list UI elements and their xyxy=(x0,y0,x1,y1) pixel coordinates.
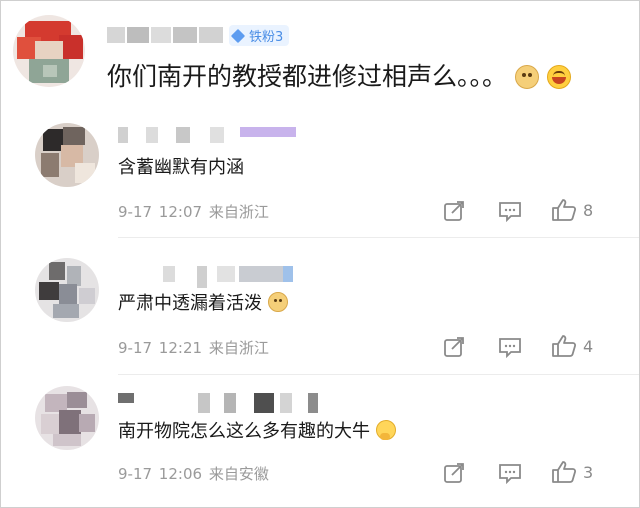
comment-1-avatar[interactable] xyxy=(35,123,99,187)
post-avatar[interactable] xyxy=(13,15,85,87)
comment-2-avatar[interactable] xyxy=(35,258,99,322)
comment-1-location: 来自浙江 xyxy=(208,203,269,221)
comment-1-time: 9-17 12:07 xyxy=(118,203,203,221)
comment-3-text: 南开物院怎么这么多有趣的大牛 xyxy=(118,419,396,445)
fan-badge[interactable]: 铁粉3 xyxy=(229,25,290,46)
doge-emoji xyxy=(267,292,288,312)
comment-2-like-button[interactable]: 4 xyxy=(551,334,593,358)
comment-2-location: 来自浙江 xyxy=(208,339,269,357)
thumbs-up-icon xyxy=(552,461,577,483)
comment-1-text: 含蓄幽默有内涵 xyxy=(118,155,244,181)
comment-icon xyxy=(499,202,521,222)
comment-3-share-button[interactable] xyxy=(443,462,465,484)
comment-2-text-content: 严肃中透漏着活泼 xyxy=(118,293,262,314)
share-icon xyxy=(444,337,464,357)
comment-1-share-button[interactable] xyxy=(443,200,465,222)
comment-2-like-count: 4 xyxy=(583,336,594,356)
comment-2-reply-button[interactable] xyxy=(498,336,522,358)
comment-3-avatar[interactable] xyxy=(35,386,99,450)
share-icon xyxy=(444,463,464,483)
comment-icon xyxy=(499,464,521,484)
doge-emoji xyxy=(514,65,539,89)
comment-1-like-button[interactable]: 8 xyxy=(551,198,593,222)
diamond-icon xyxy=(230,28,246,43)
comment-2-meta: 9-17 12:21 来自浙江 xyxy=(118,337,269,358)
divider xyxy=(118,374,639,375)
comment-1-text-content: 含蓄幽默有内涵 xyxy=(118,157,244,178)
thumbs-up-icon xyxy=(552,199,577,221)
comment-3-meta: 9-17 12:06 来自安徽 xyxy=(118,463,269,484)
post-text: 你们南开的教授都进修过相声么。。。 xyxy=(107,59,571,95)
comment-3-reply-button[interactable] xyxy=(498,462,522,484)
comment-3-time: 9-17 12:06 xyxy=(118,465,203,483)
thumbs-up-icon xyxy=(552,335,577,357)
comment-1-like-count: 8 xyxy=(583,200,594,220)
share-icon xyxy=(444,201,464,221)
comment-2-share-button[interactable] xyxy=(443,336,465,358)
comment-icon xyxy=(499,338,521,358)
think-emoji xyxy=(375,420,396,440)
comment-1-reply-button[interactable] xyxy=(498,200,522,222)
post-text-content: 你们南开的教授都进修过相声么。。。 xyxy=(107,62,508,91)
comment-3-location: 来自安徽 xyxy=(208,465,269,483)
post-username-blurred[interactable] xyxy=(107,27,223,43)
fan-badge-label: 铁粉3 xyxy=(249,30,284,45)
comment-3-like-button[interactable]: 3 xyxy=(551,460,593,484)
comment-3-like-count: 3 xyxy=(583,462,594,482)
comment-1-meta: 9-17 12:07 来自浙江 xyxy=(118,201,269,222)
laugh-emoji xyxy=(546,65,571,89)
comment-3-text-content: 南开物院怎么这么多有趣的大牛 xyxy=(118,421,370,442)
divider xyxy=(118,237,639,238)
comment-2-time: 9-17 12:21 xyxy=(118,339,203,357)
comment-2-text: 严肃中透漏着活泼 xyxy=(118,291,288,317)
